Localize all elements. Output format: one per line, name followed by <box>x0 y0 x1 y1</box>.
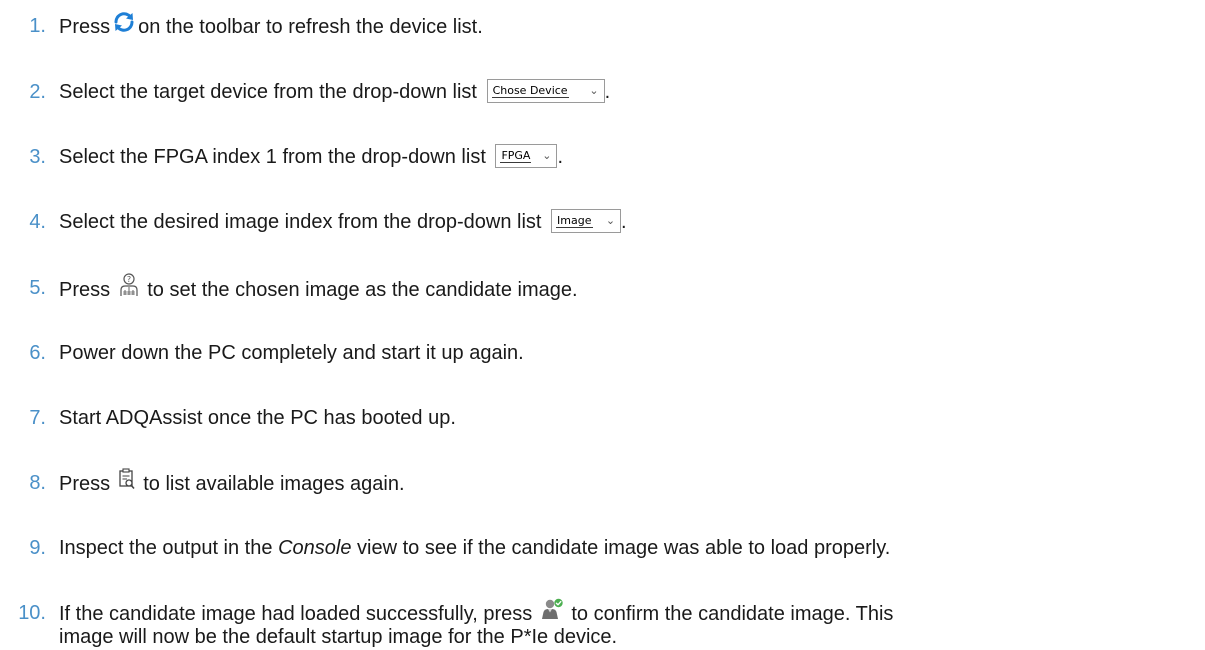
image-dropdown: Image ⌄ <box>551 208 622 233</box>
image-dropdown-label: Image <box>556 213 593 228</box>
device-dropdown-label: Chose Device <box>491 83 569 98</box>
step-number: 5. <box>29 277 46 299</box>
chevron-down-icon: ⌄ <box>542 148 552 162</box>
step-text-before: Select the FPGA index 1 from the drop-do… <box>59 146 486 168</box>
console-emphasis: Console <box>278 537 352 559</box>
step-text: Press ? to set the chosen image as the c… <box>59 273 578 306</box>
chevron-down-icon: ⌄ <box>589 83 599 97</box>
step-text-after: view to see if the candidate image was a… <box>357 537 891 559</box>
step-text-before: Select the target device from the drop-d… <box>59 81 477 103</box>
step-number: 10. <box>18 602 46 624</box>
step-text-before: Select the desired image index from the … <box>59 211 542 233</box>
step-text: Press to list available images again. <box>59 468 405 499</box>
step-text-after: to set the chosen image as the candidate… <box>147 278 578 301</box>
step-text-before: Press <box>59 15 111 38</box>
step-number: 9. <box>29 537 46 559</box>
device-dropdown: Chose Device ⌄ <box>486 78 605 103</box>
refresh-icon <box>112 11 136 40</box>
step-number: 7. <box>29 407 46 429</box>
step-text: Inspect the output in the Console view t… <box>59 535 890 561</box>
step-text-before: Inspect the output in the <box>59 537 273 559</box>
fpga-dropdown: FPGA ⌄ <box>495 143 558 168</box>
step-text: Select the desired image index from the … <box>59 208 627 235</box>
step-text-after: . <box>621 211 627 233</box>
fpga-dropdown-label: FPGA <box>500 148 532 163</box>
confirm-candidate-image-icon <box>540 598 564 627</box>
step-text-before: Press <box>59 472 111 495</box>
step-text-after: to list available images again. <box>143 472 405 495</box>
chevron-down-icon: ⌄ <box>605 213 616 227</box>
step-text-before: Press <box>59 278 111 301</box>
step-text-after: . <box>604 81 611 103</box>
list-images-icon <box>118 468 136 497</box>
step-number: 8. <box>29 472 46 494</box>
step-number: 1. <box>29 15 46 37</box>
step-number: 6. <box>29 342 46 364</box>
set-candidate-image-icon: ? <box>118 273 140 304</box>
step-text: Press on the toolbar to refresh the devi… <box>59 11 483 42</box>
step-text-after: . <box>557 146 563 168</box>
step-text-after: to confirm the candidate image. This <box>571 602 894 625</box>
step-number: 2. <box>29 81 46 103</box>
step-number: 3. <box>29 146 46 168</box>
step-text-before: If the candidate image had loaded succes… <box>59 602 533 625</box>
step-text: Power down the PC completely and start i… <box>59 342 524 364</box>
svg-text:?: ? <box>127 275 131 284</box>
step-text: Select the target device from the drop-d… <box>59 78 611 105</box>
step-text-continuation: image will now be the default startup im… <box>59 626 618 648</box>
step-number: 4. <box>29 211 46 233</box>
step-text: Start ADQAssist once the PC has booted u… <box>59 407 456 429</box>
step-text: Select the FPGA index 1 from the drop-do… <box>59 143 563 170</box>
step-text-after: on the toolbar to refresh the device lis… <box>138 15 483 38</box>
